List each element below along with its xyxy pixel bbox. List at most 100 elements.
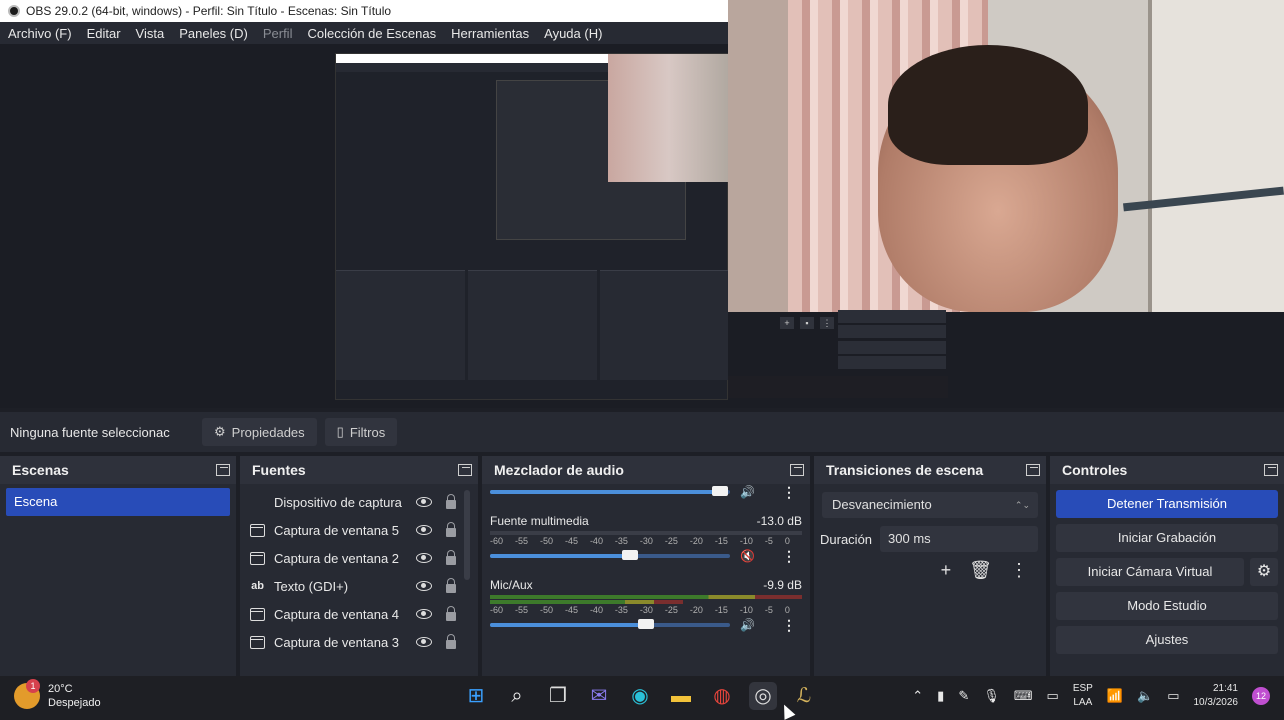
menu-editar[interactable]: Editar bbox=[87, 26, 121, 41]
nested-webcam bbox=[608, 54, 729, 182]
source-row[interactable]: Captura de ventana 3 bbox=[240, 628, 478, 656]
more-icon[interactable]: ⋮ bbox=[782, 548, 796, 565]
no-source-label: Ninguna fuente seleccionac bbox=[10, 424, 170, 440]
undock-icon[interactable] bbox=[216, 464, 230, 476]
lock-icon[interactable] bbox=[446, 493, 456, 509]
webcam-video bbox=[728, 0, 1284, 312]
menu-coleccion-escenas[interactable]: Colección de Escenas bbox=[307, 26, 436, 41]
eye-icon[interactable] bbox=[416, 497, 432, 507]
transitions-title: Transiciones de escena bbox=[826, 462, 984, 478]
microphone-icon[interactable]: 🎙 bbox=[983, 688, 1000, 704]
taskbar-apps: ⊞ ⌕ ❐ ✉ ◉ ▬ ◍ ◎ ℒ bbox=[462, 682, 818, 710]
eye-icon[interactable] bbox=[416, 525, 432, 535]
keyboard-icon[interactable]: ⌨ bbox=[1014, 688, 1033, 704]
source-row[interactable]: Captura de ventana 4 bbox=[240, 600, 478, 628]
duration-spinbox[interactable]: 300 ms bbox=[880, 526, 1038, 552]
language-indicator[interactable]: ESP LAA bbox=[1073, 682, 1093, 710]
edge-browser-icon[interactable]: ◉ bbox=[626, 682, 654, 710]
teams-chat-icon[interactable]: ✉ bbox=[585, 682, 613, 710]
undock-icon[interactable] bbox=[1026, 464, 1040, 476]
file-explorer-icon[interactable]: ▬ bbox=[667, 682, 695, 710]
sources-scrollbar[interactable] bbox=[464, 490, 470, 580]
chevron-up-icon[interactable]: ⌃ bbox=[912, 688, 923, 704]
webcam-door bbox=[1148, 0, 1284, 312]
speaker-muted-icon[interactable]: 🔇 bbox=[740, 550, 755, 562]
lock-icon[interactable] bbox=[446, 521, 456, 537]
text-icon: ab bbox=[251, 579, 264, 592]
channel-db: -9.9 dB bbox=[763, 578, 802, 592]
source-row[interactable]: Captura de ventana 5 bbox=[240, 516, 478, 544]
nested-btn-record bbox=[838, 310, 946, 323]
menu-vista[interactable]: Vista bbox=[136, 26, 165, 41]
volume-fader[interactable]: 🔊 ⋮ bbox=[490, 617, 802, 633]
source-toolbar: Ninguna fuente seleccionac ⚙ Propiedades… bbox=[0, 412, 1284, 452]
plus-icon[interactable]: + bbox=[941, 560, 952, 581]
stop-stream-button[interactable]: Detener Transmisión bbox=[1056, 490, 1278, 518]
properties-button[interactable]: ⚙ Propiedades bbox=[202, 418, 317, 446]
transition-select[interactable]: Desvanecimiento bbox=[822, 492, 1038, 518]
eye-icon[interactable] bbox=[416, 581, 432, 591]
menu-archivo[interactable]: Archivo (F) bbox=[8, 26, 72, 41]
more-icon[interactable]: ⋮ bbox=[1010, 560, 1028, 581]
filters-button[interactable]: ▯ Filtros bbox=[324, 418, 398, 446]
task-view-icon[interactable]: ❐ bbox=[544, 682, 572, 710]
clock[interactable]: 21:41 10/3/2026 bbox=[1194, 682, 1239, 710]
partial-fader[interactable]: 🔊 ⋮ bbox=[490, 484, 802, 500]
channel-db: -13.0 dB bbox=[756, 514, 802, 528]
undock-icon[interactable] bbox=[1264, 464, 1278, 476]
channel-name: Mic/Aux bbox=[490, 578, 533, 592]
search-icon[interactable]: ⌕ bbox=[503, 682, 531, 710]
settings-button[interactable]: Ajustes bbox=[1056, 626, 1278, 654]
wifi-icon[interactable]: 📶 bbox=[1107, 688, 1123, 704]
speaker-icon[interactable]: 🔊 bbox=[740, 619, 755, 631]
trash-icon[interactable]: 🗑 bbox=[969, 560, 992, 581]
nested-dock-sources bbox=[468, 270, 597, 380]
nested-btn-settings bbox=[838, 356, 946, 369]
source-row[interactable]: Captura de ventana 2 bbox=[240, 544, 478, 572]
meter-ticks: -60 -55 -50 -45 -40 -35 -30 -25 -20 -15 -10 -5 0 bbox=[490, 536, 790, 546]
lock-icon[interactable] bbox=[446, 577, 456, 593]
speaker-icon[interactable]: 🔊 bbox=[740, 486, 755, 498]
usb-icon[interactable]: ▮ bbox=[937, 688, 944, 704]
lock-icon[interactable] bbox=[446, 549, 456, 565]
studio-mode-button[interactable]: Modo Estudio bbox=[1056, 592, 1278, 620]
eye-icon[interactable] bbox=[416, 609, 432, 619]
battery-icon[interactable]: ▭ bbox=[1167, 688, 1179, 704]
duration-row: Duración 300 ms bbox=[820, 526, 1038, 552]
audio-mixer-dock: Mezclador de audio 🔊 ⋮ Fuente multimedia… bbox=[482, 456, 810, 676]
weather-widget[interactable]: 1 20°C Despejado bbox=[14, 679, 101, 710]
undock-icon[interactable] bbox=[790, 464, 804, 476]
source-row[interactable]: ab Texto (GDI+) bbox=[240, 572, 478, 600]
pen-icon[interactable]: ✎ bbox=[958, 688, 969, 704]
menu-herramientas[interactable]: Herramientas bbox=[451, 26, 529, 41]
nested-taskbar-tray bbox=[728, 376, 948, 398]
league-client-icon[interactable]: ℒ bbox=[790, 682, 818, 710]
notification-badge[interactable]: 12 bbox=[1252, 687, 1270, 705]
obs-studio-icon[interactable]: ◎ bbox=[749, 682, 777, 710]
menu-paneles[interactable]: Paneles (D) bbox=[179, 26, 248, 41]
eye-icon[interactable] bbox=[416, 637, 432, 647]
more-icon[interactable]: ⋮ bbox=[782, 484, 796, 501]
nested-capture-strip: + ▪ ⋮ bbox=[728, 310, 1284, 408]
chrome-icon[interactable]: ◍ bbox=[708, 682, 736, 710]
undock-icon[interactable] bbox=[458, 464, 472, 476]
start-windows-icon[interactable]: ⊞ bbox=[462, 682, 490, 710]
lock-icon[interactable] bbox=[446, 605, 456, 621]
menu-ayuda[interactable]: Ayuda (H) bbox=[544, 26, 602, 41]
scene-item[interactable]: Escena bbox=[6, 488, 230, 516]
gear-icon[interactable]: ⚙ bbox=[1250, 558, 1278, 586]
volume-icon[interactable]: 🔈 bbox=[1137, 688, 1153, 704]
source-row[interactable]: Dispositivo de captura bbox=[240, 488, 478, 516]
eye-icon[interactable] bbox=[416, 553, 432, 563]
virtual-camera-button[interactable]: Iniciar Cámara Virtual bbox=[1056, 558, 1244, 586]
windows-taskbar: 1 20°C Despejado ⊞ ⌕ ❐ ✉ ◉ ▬ ◍ ◎ ℒ ⌃ ▮ ✎… bbox=[0, 676, 1284, 720]
menu-perfil[interactable]: Perfil bbox=[263, 26, 293, 41]
window-titlebar: OBS 29.0.2 (64-bit, windows) - Perfil: S… bbox=[0, 0, 728, 22]
volume-fader[interactable]: 🔇 ⋮ bbox=[490, 548, 802, 564]
properties-label: Propiedades bbox=[231, 424, 305, 440]
start-recording-button[interactable]: Iniciar Grabación bbox=[1056, 524, 1278, 552]
more-icon[interactable]: ⋮ bbox=[782, 617, 796, 634]
lock-icon[interactable] bbox=[446, 633, 456, 649]
display-icon[interactable]: ▭ bbox=[1047, 688, 1059, 704]
webcam-person-hair bbox=[888, 45, 1088, 165]
